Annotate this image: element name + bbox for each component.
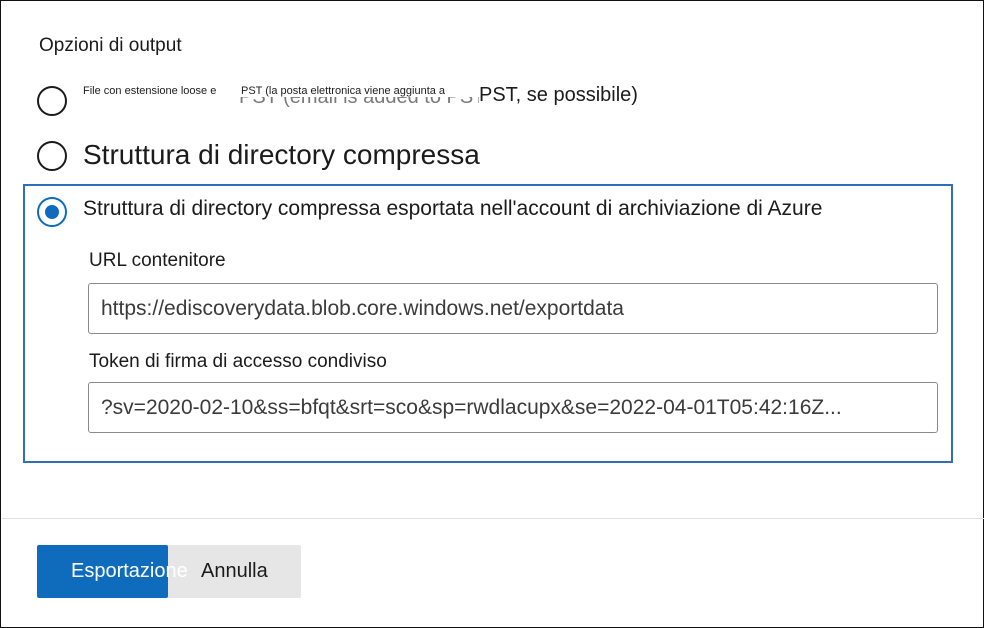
footer-divider: [2, 518, 984, 519]
export-button[interactable]: Esportazione: [37, 545, 188, 598]
radio-loose-files-pst[interactable]: [37, 86, 67, 116]
option-loose-files-label-part2: PST (la posta elettronica viene aggiunta…: [241, 85, 446, 97]
option-loose-files-label-part1: File con estensione loose e: [83, 85, 217, 97]
sas-token-input[interactable]: [88, 382, 938, 433]
container-url-input[interactable]: [88, 283, 938, 334]
option-loose-files-label-part3: PST, se possibile): [479, 84, 638, 107]
sas-token-label: Token di firma di accesso condiviso: [89, 351, 387, 372]
export-options-panel: Opzioni di output PST (email is added to…: [0, 0, 984, 628]
output-options-title: Opzioni di output: [39, 35, 182, 56]
container-url-label: URL contenitore: [89, 250, 226, 271]
radio-azure-storage[interactable]: [37, 197, 67, 227]
option-compressed-directory-label: Struttura di directory compressa: [83, 139, 480, 170]
option-azure-storage-label: Struttura di directory compressa esporta…: [83, 197, 823, 220]
radio-compressed-directory[interactable]: [37, 141, 67, 171]
